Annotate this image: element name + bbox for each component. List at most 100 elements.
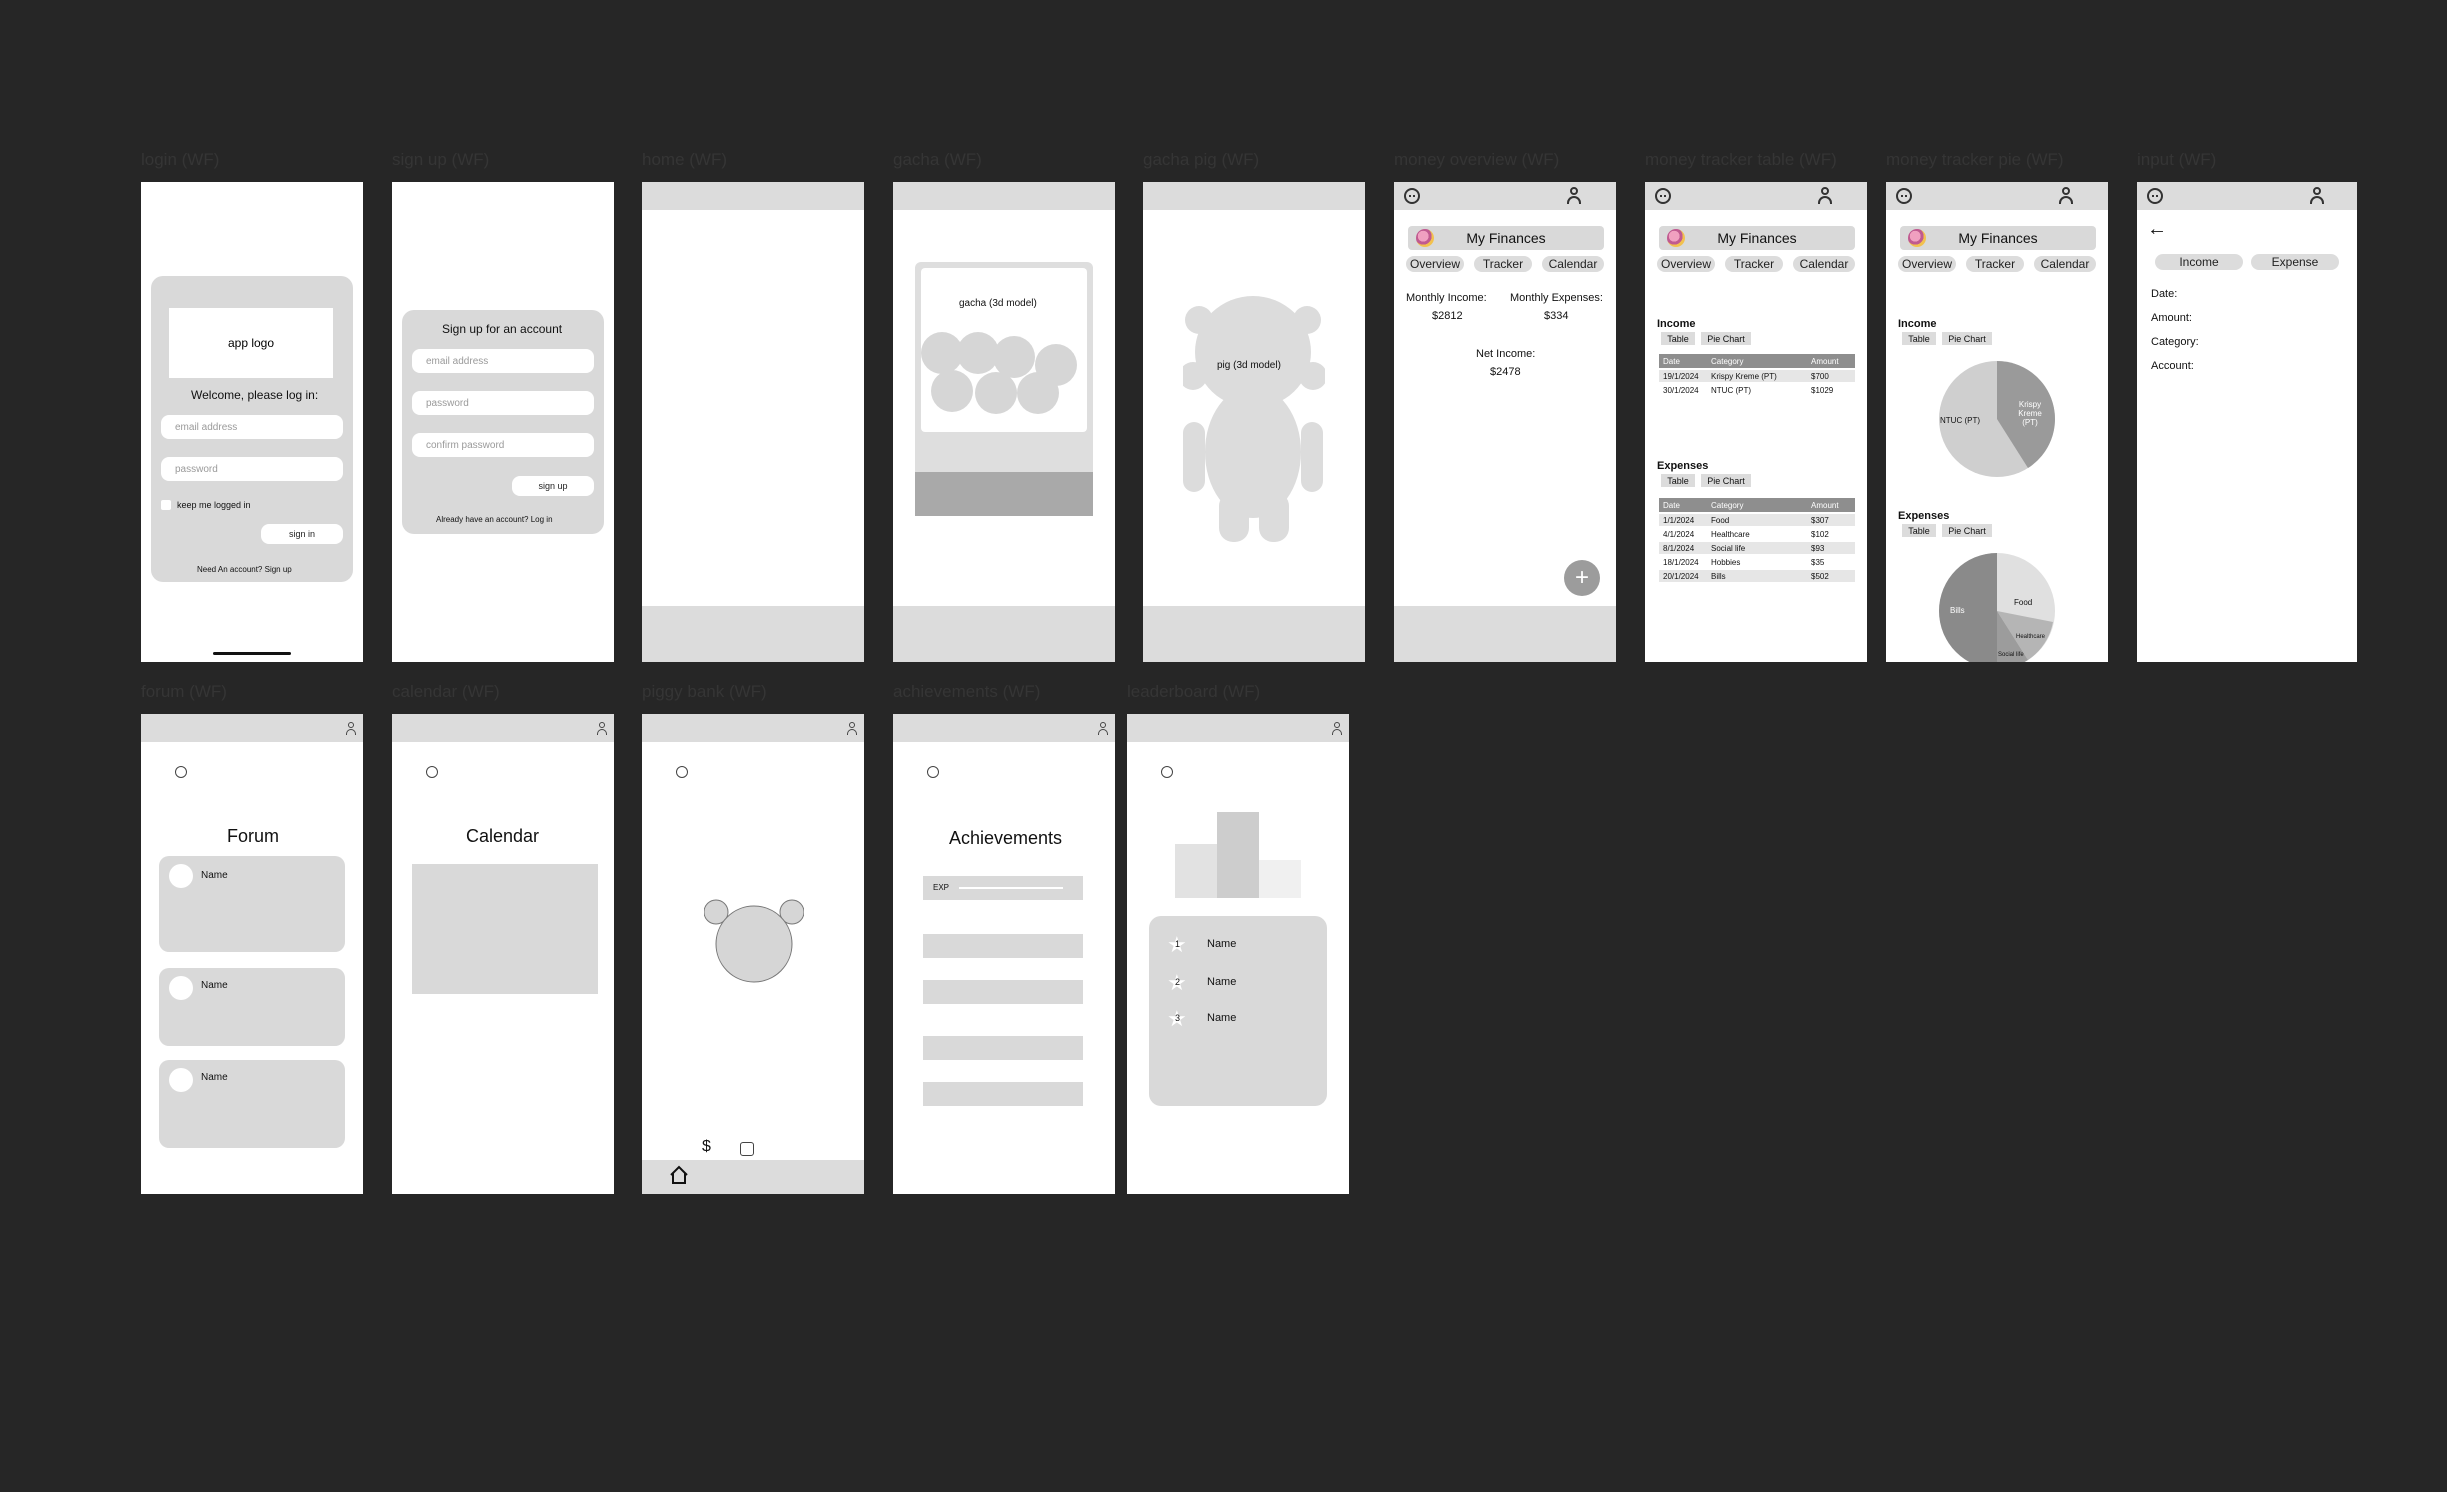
back-arrow-icon[interactable]: ←	[2147, 218, 2167, 241]
gacha-ball	[931, 370, 973, 412]
tab-tracker[interactable]: Tracker	[1966, 256, 2024, 272]
signup-button[interactable]: sign up	[512, 476, 594, 496]
cell-amount: $700	[1811, 371, 1829, 381]
chat-icon[interactable]	[2147, 188, 2163, 204]
expenses-pie-tab[interactable]: Pie Chart	[1942, 524, 1992, 537]
signup-confirm-field[interactable]: confirm password	[412, 433, 594, 457]
calendar-top-bar	[392, 714, 614, 742]
cell-category: Healthcare	[1711, 529, 1750, 539]
expense-toggle[interactable]: Expense	[2251, 254, 2339, 270]
expenses-table-tab[interactable]: Table	[1661, 474, 1695, 487]
profile-icon[interactable]	[345, 722, 357, 735]
frame-money-tracker-pie: My Finances Overview Tracker Calendar In…	[1886, 182, 2108, 662]
achievement-item[interactable]	[923, 934, 1083, 958]
tab-tracker[interactable]: Tracker	[1725, 256, 1783, 272]
tab-calendar[interactable]: Calendar	[2034, 256, 2096, 272]
achievement-item[interactable]	[923, 1036, 1083, 1060]
table-header: Date Category Amount	[1659, 498, 1855, 512]
profile-icon[interactable]	[1097, 722, 1109, 735]
income-table-tab[interactable]: Table	[1902, 332, 1936, 345]
tracker-pie-top-bar	[1886, 182, 2108, 210]
signup-password-field[interactable]: password	[412, 391, 594, 415]
overview-top-bar	[1394, 182, 1616, 210]
income-section-title: Income	[1657, 318, 1696, 330]
chat-icon[interactable]	[676, 766, 688, 778]
income-table-tab[interactable]: Table	[1661, 332, 1695, 345]
calendar-icon[interactable]	[740, 1142, 754, 1156]
frame-label-calendar: calendar (WF)	[392, 682, 500, 701]
profile-icon[interactable]	[2058, 187, 2074, 205]
profile-icon[interactable]	[1817, 187, 1833, 205]
pig-model-label: pig (3d model)	[1217, 360, 1281, 371]
table-row[interactable]: 18/1/2024 Hobbies $35	[1659, 556, 1855, 568]
signup-title: Sign up for an account	[442, 322, 563, 336]
chat-icon[interactable]	[1404, 188, 1420, 204]
profile-icon[interactable]	[596, 722, 608, 735]
achievement-item[interactable]	[923, 1082, 1083, 1106]
expenses-pie-tab[interactable]: Pie Chart	[1701, 474, 1751, 487]
forum-post-name: Name	[201, 870, 228, 881]
calendar-widget[interactable]	[412, 864, 598, 994]
expenses-table-tab[interactable]: Table	[1902, 524, 1936, 537]
keep-logged-checkbox[interactable]	[161, 500, 171, 510]
tab-overview[interactable]: Overview	[1898, 256, 1956, 272]
cell-category: Food	[1711, 515, 1730, 525]
table-header: Date Category Amount	[1659, 354, 1855, 368]
frame-label-money-overview: money overview (WF)	[1394, 150, 1560, 169]
home-top-bar	[642, 182, 864, 210]
tab-tracker[interactable]: Tracker	[1474, 256, 1532, 272]
signin-button[interactable]: sign in	[261, 524, 343, 544]
my-finances-header: My Finances	[1408, 226, 1604, 250]
chat-icon[interactable]	[1655, 188, 1671, 204]
cell-amount: $102	[1811, 529, 1829, 539]
frame-label-signup: sign up (WF)	[392, 150, 490, 169]
frame-label-home: home (WF)	[642, 150, 727, 169]
signup-card	[402, 310, 604, 534]
exp-progress	[959, 887, 1063, 889]
table-row[interactable]: 19/1/2024 Krispy Kreme (PT) $700	[1659, 370, 1855, 382]
already-account-link[interactable]: Already have an account? Log in	[436, 515, 553, 524]
forum-top-bar	[141, 714, 363, 742]
tab-calendar[interactable]: Calendar	[1542, 256, 1604, 272]
home-icon[interactable]	[668, 1164, 690, 1186]
tab-overview[interactable]: Overview	[1657, 256, 1715, 272]
profile-icon[interactable]	[1331, 722, 1343, 735]
net-income-value: $2478	[1490, 366, 1521, 378]
profile-icon[interactable]	[846, 722, 858, 735]
chat-icon[interactable]	[426, 766, 438, 778]
email-field[interactable]: email address	[161, 415, 343, 439]
income-pie-tab[interactable]: Pie Chart	[1942, 332, 1992, 345]
profile-icon[interactable]	[1566, 187, 1582, 205]
home-bottom-bar	[642, 606, 864, 662]
table-row[interactable]: 4/1/2024 Healthcare $102	[1659, 528, 1855, 540]
signup-email-field[interactable]: email address	[412, 349, 594, 373]
chat-icon[interactable]	[1896, 188, 1912, 204]
table-row[interactable]: 30/1/2024 NTUC (PT) $1029	[1659, 384, 1855, 396]
expenses-section-title: Expenses	[1657, 460, 1709, 472]
finance-logo-icon	[1416, 229, 1434, 247]
forum-post-name: Name	[201, 1072, 228, 1083]
profile-icon[interactable]	[2309, 187, 2325, 205]
frame-money-tracker-table: My Finances Overview Tracker Calendar In…	[1645, 182, 1867, 662]
chat-icon[interactable]	[175, 766, 187, 778]
frame-label-input: input (WF)	[2137, 150, 2217, 169]
tab-calendar[interactable]: Calendar	[1793, 256, 1855, 272]
pie-label-healthcare: Healthcare	[2016, 634, 2046, 640]
income-toggle[interactable]: Income	[2155, 254, 2243, 270]
table-row[interactable]: 8/1/2024 Social life $93	[1659, 542, 1855, 554]
income-pie-tab[interactable]: Pie Chart	[1701, 332, 1751, 345]
welcome-text: Welcome, please log in:	[191, 388, 319, 402]
dollar-icon[interactable]: $	[702, 1138, 711, 1156]
achievement-item[interactable]	[923, 980, 1083, 1004]
amount-label: Amount:	[2151, 312, 2192, 324]
piggy-bank-graphic	[704, 899, 804, 983]
chat-icon[interactable]	[1161, 766, 1173, 778]
table-row[interactable]: 1/1/2024 Food $307	[1659, 514, 1855, 526]
table-row[interactable]: 20/1/2024 Bills $502	[1659, 570, 1855, 582]
chat-icon[interactable]	[927, 766, 939, 778]
need-account-link[interactable]: Need An account? Sign up	[197, 565, 292, 574]
net-income-label: Net Income:	[1476, 348, 1536, 360]
password-field[interactable]: password	[161, 457, 343, 481]
tab-overview[interactable]: Overview	[1406, 256, 1464, 272]
add-button[interactable]: +	[1564, 560, 1600, 596]
